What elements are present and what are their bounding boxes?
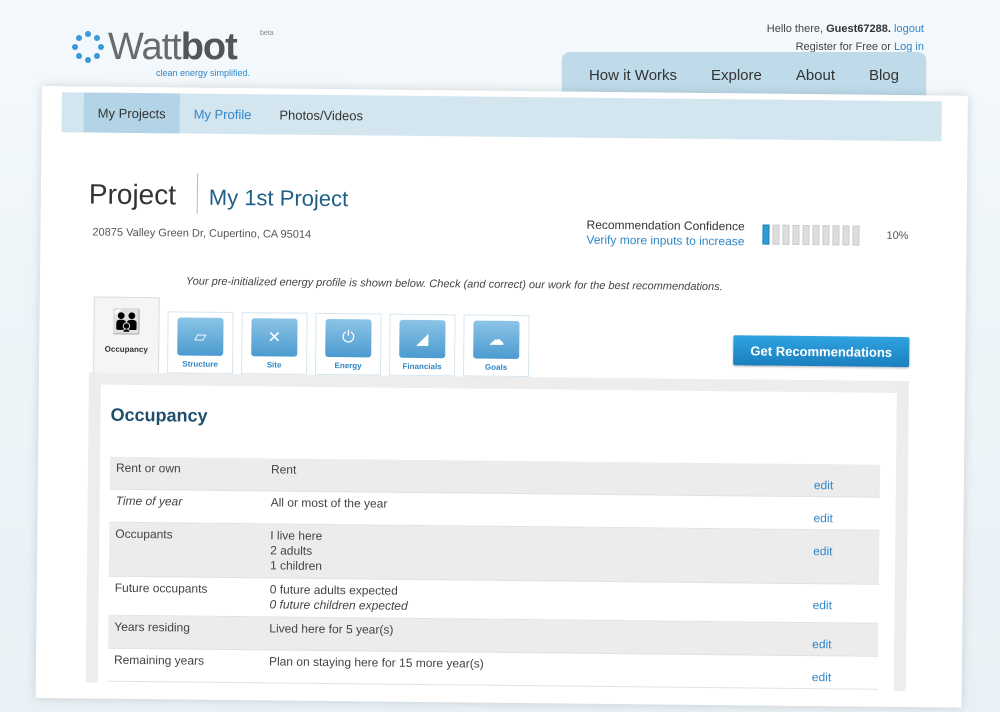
confidence-segment xyxy=(832,225,840,246)
row-value: All or most of the year xyxy=(270,495,813,525)
panel-title: Occupancy xyxy=(110,404,208,426)
edit-link[interactable]: edit xyxy=(813,501,873,526)
title-divider xyxy=(196,173,199,214)
nav-how-it-works[interactable]: How it Works xyxy=(589,67,677,84)
confidence-segment xyxy=(772,224,780,245)
edit-link[interactable]: edit xyxy=(812,660,872,685)
nav-about[interactable]: About xyxy=(796,67,835,84)
row-key: Years residing xyxy=(114,619,191,635)
nav-explore[interactable]: Explore xyxy=(711,67,762,84)
confidence-segment xyxy=(792,224,800,245)
tab-label: Occupancy xyxy=(104,344,148,355)
value-line: All or most of the year xyxy=(270,495,388,511)
tab-site[interactable]: ✕ Site xyxy=(240,312,308,375)
value-line: Lived here for 5 year(s) xyxy=(269,621,394,637)
get-recommendations-button[interactable]: Get Recommendations xyxy=(733,335,910,368)
tab-label: Site xyxy=(266,360,282,370)
row-value: Lived here for 5 year(s) xyxy=(269,621,812,651)
row-value: I live here 2 adults 1 children xyxy=(270,528,813,579)
project-label: Project xyxy=(88,178,177,211)
tab-label: Energy xyxy=(334,361,362,371)
row-key: Occupants xyxy=(115,526,173,542)
occupancy-table: Rent or own Rent edit Time of year All o… xyxy=(107,456,881,690)
category-tabs: 👪 Occupancy ▱ Structure ✕ Site ⏻ Energy … xyxy=(93,296,538,378)
row-value: Rent xyxy=(271,462,814,492)
confidence-segment xyxy=(762,224,770,245)
intro-text: Your pre-initialized energy profile is s… xyxy=(185,275,723,294)
row-value: 0 future adults expected 0 future childr… xyxy=(270,582,813,618)
confidence-box: Recommendation Confidence Verify more in… xyxy=(586,218,744,250)
row-key: Future occupants xyxy=(114,580,208,596)
tab-label: Financials xyxy=(402,361,442,372)
verify-inputs-link[interactable]: Verify more inputs to increase xyxy=(586,233,744,250)
chart-icon: ◢ xyxy=(399,319,446,359)
row-key: Rent or own xyxy=(115,460,181,476)
tab-photos-videos[interactable]: Photos/Videos xyxy=(265,94,377,135)
edit-link[interactable]: edit xyxy=(812,627,872,652)
wattbot-logo[interactable]: Wattbot beta clean energy simplified. xyxy=(72,26,274,78)
username: Guest67288. xyxy=(826,23,891,35)
logo-dots-icon xyxy=(72,31,104,63)
logo-wordmark: Wattbot xyxy=(108,26,238,68)
user-box: Hello there, Guest67288. logout Register… xyxy=(767,20,924,56)
house-icon: ▱ xyxy=(177,317,224,356)
tab-energy[interactable]: ⏻ Energy xyxy=(314,312,382,376)
tab-goals[interactable]: ☁ Goals xyxy=(462,314,530,378)
people-icon: 👪 xyxy=(111,308,142,336)
confidence-percent: 10% xyxy=(886,229,909,243)
confidence-segment xyxy=(812,225,820,246)
confidence-segment xyxy=(852,225,860,246)
cloud-icon: ☁ xyxy=(473,320,520,360)
confidence-segment xyxy=(802,224,810,246)
value-line: Rent xyxy=(270,462,297,477)
row-value: Plan on staying here for 15 more year(s) xyxy=(269,654,812,684)
project-address: 20875 Valley Green Dr, Cupertino, CA 950… xyxy=(92,226,312,241)
tab-label: Goals xyxy=(484,362,508,372)
confidence-title: Recommendation Confidence xyxy=(586,217,745,234)
greeting-text: Hello there, xyxy=(766,23,824,35)
edit-link[interactable]: edit xyxy=(814,468,874,493)
row-key: Remaining years xyxy=(113,652,205,668)
tab-occupancy[interactable]: 👪 Occupancy xyxy=(93,296,160,374)
confidence-segment xyxy=(822,225,830,246)
table-row: Remaining years Plan on staying here for… xyxy=(107,648,879,690)
logo-tagline: clean energy simplified. xyxy=(156,68,251,78)
occupancy-panel: Occupancy Rent or own Rent edit Time of … xyxy=(85,372,909,692)
confidence-meter xyxy=(762,224,860,246)
nav-blog[interactable]: Blog xyxy=(869,67,899,84)
tab-structure[interactable]: ▱ Structure xyxy=(166,311,234,375)
row-key: Time of year xyxy=(115,493,183,509)
confidence-segment xyxy=(842,225,850,246)
table-row: Occupants I live here 2 adults 1 childre… xyxy=(108,522,880,585)
sub-navigation: My Projects My Profile Photos/Videos xyxy=(61,92,942,142)
confidence-segment xyxy=(782,224,790,245)
map-icon: ✕ xyxy=(251,318,298,357)
outlet-icon: ⏻ xyxy=(325,318,372,358)
edit-link[interactable]: edit xyxy=(812,588,872,619)
tab-label: Structure xyxy=(182,359,218,369)
tab-my-profile[interactable]: My Profile xyxy=(179,93,265,134)
tab-my-projects[interactable]: My Projects xyxy=(83,92,180,134)
project-name[interactable]: My 1st Project xyxy=(209,185,349,212)
main-card: My Projects My Profile Photos/Videos Pro… xyxy=(35,86,968,708)
beta-label: beta xyxy=(260,30,274,37)
tab-financials[interactable]: ◢ Financials xyxy=(388,313,456,377)
logout-link[interactable]: logout xyxy=(894,23,924,35)
edit-link[interactable]: edit xyxy=(813,534,873,580)
value-line: Plan on staying here for 15 more year(s) xyxy=(268,654,484,671)
